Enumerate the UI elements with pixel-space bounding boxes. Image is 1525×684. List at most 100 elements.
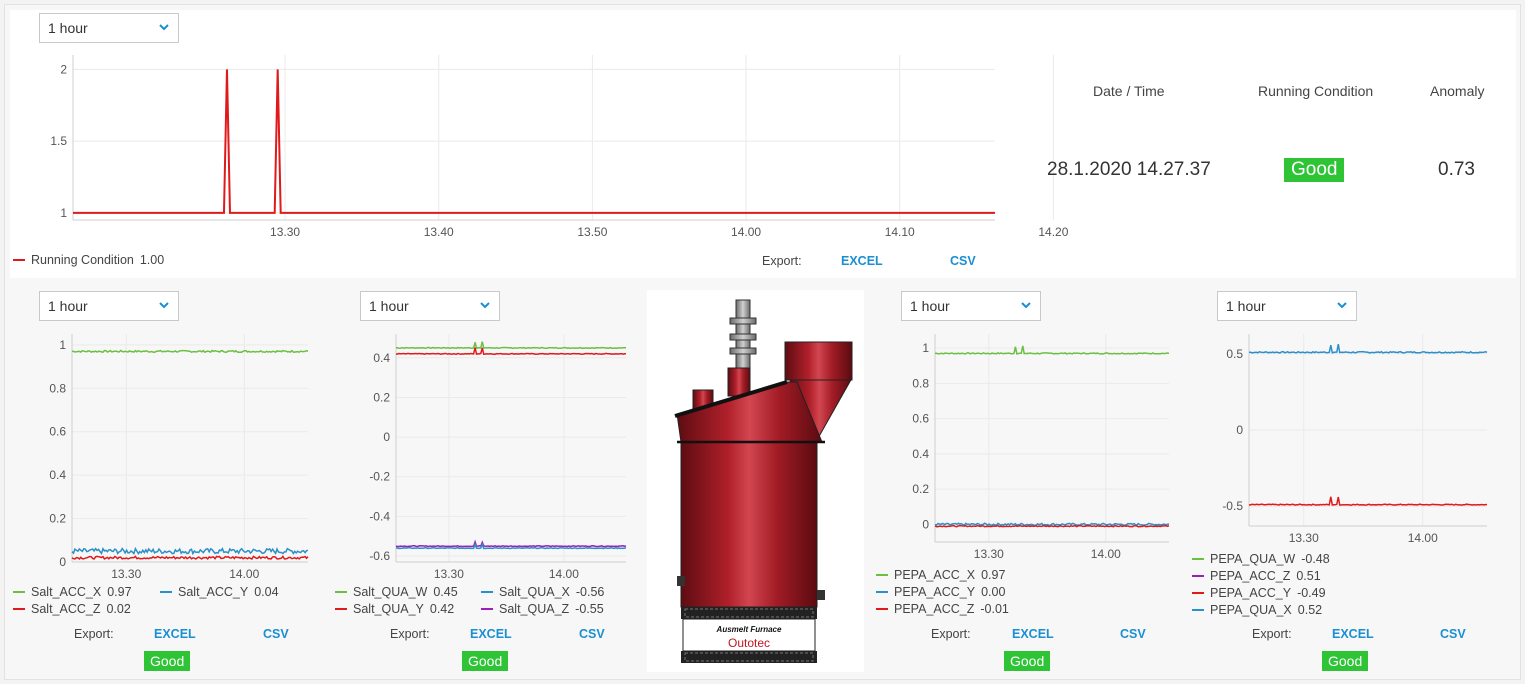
time-range-select[interactable]: 1 hour [1217, 291, 1357, 321]
x-tick-label: 13.30 [974, 547, 1004, 561]
export-excel-link[interactable]: EXCEL [1012, 627, 1054, 641]
sensor-chart: 0 0.2 0.4 0.6 0.8 1 13.30 14.00 [912, 334, 1170, 561]
legend-value: -0.55 [575, 602, 604, 616]
export-csv-link[interactable]: CSV [263, 627, 289, 641]
time-range-value: 1 hour [1226, 298, 1266, 314]
y-tick-label: 1 [60, 206, 67, 220]
furnace-label: Ausmelt Furnace [716, 625, 782, 634]
legend-item[interactable]: Salt_QUA_Y 0.42 [335, 602, 454, 616]
running-condition-badge: Good [1284, 158, 1345, 182]
time-range-value: 1 hour [910, 298, 950, 314]
legend-item[interactable]: PEPA_ACC_Y 0.00 [876, 585, 1005, 599]
legend-swatch [1192, 609, 1204, 611]
y-tick-label: -0.5 [1222, 499, 1243, 513]
export-excel-link[interactable]: EXCEL [1332, 627, 1374, 641]
time-range-select[interactable]: 1 hour [901, 291, 1041, 321]
legend-item[interactable]: PEPA_ACC_Z 0.51 [1192, 569, 1321, 583]
legend-name: Salt_QUA_X [499, 585, 570, 599]
legend-item[interactable]: PEPA_QUA_X 0.52 [1192, 603, 1322, 617]
sensor-chart: 0 0.2 0.4 0.6 0.8 1 13.30 14.00 [49, 334, 309, 581]
y-tick-label: 0.8 [49, 381, 66, 395]
legend-value: -0.48 [1301, 552, 1330, 566]
legend-name: Salt_QUA_W [353, 585, 428, 599]
legend-swatch [1192, 558, 1204, 560]
y-tick-label: 0 [1236, 423, 1243, 437]
furnace-brand: Outotec [728, 636, 770, 650]
sensor-chart: -0.5 0 0.5 13.30 14.00 [1222, 334, 1488, 545]
chevron-down-icon [159, 24, 169, 31]
y-tick-label: 2 [60, 62, 67, 76]
anomaly-value: 0.73 [1438, 159, 1475, 180]
legend-value: -0.01 [980, 602, 1009, 616]
legend-item[interactable]: Salt_ACC_Z 0.02 [13, 602, 131, 616]
export-csv-link[interactable]: CSV [579, 627, 605, 641]
legend-item[interactable]: PEPA_ACC_Y -0.49 [1192, 586, 1326, 600]
x-tick-label: 14.00 [549, 567, 579, 581]
datetime-value: 28.1.2020 14.27.37 [1047, 159, 1211, 180]
legend-item[interactable]: PEPA_ACC_X 0.97 [876, 568, 1005, 582]
series-line [395, 539, 627, 548]
export-csv-link[interactable]: CSV [1120, 627, 1146, 641]
x-tick-label: 14.00 [731, 225, 761, 239]
legend-value: -0.56 [575, 585, 605, 599]
series-line [1248, 343, 1488, 354]
x-tick-label: 13.30 [270, 225, 300, 239]
series-line [71, 349, 309, 354]
legend-item[interactable]: Salt_ACC_X 0.97 [13, 585, 132, 599]
series-line [71, 546, 309, 556]
legend-item[interactable]: Salt_QUA_X -0.56 [481, 585, 604, 599]
legend-swatch [1192, 575, 1204, 577]
y-tick-label: 1 [922, 341, 929, 355]
export-csv-link[interactable]: CSV [950, 254, 976, 268]
legend-item[interactable]: Salt_QUA_Z -0.55 [481, 602, 604, 616]
chevron-down-icon [480, 302, 490, 309]
y-tick-label: 0.2 [49, 512, 66, 526]
y-tick-label: 0.5 [1226, 347, 1243, 361]
legend-item[interactable]: Running Condition 1.00 [13, 253, 164, 267]
y-tick-label: 0.4 [373, 351, 390, 365]
export-label: Export: [762, 254, 802, 268]
x-tick-label: 13.30 [434, 567, 464, 581]
legend-swatch [481, 608, 493, 610]
legend-item[interactable]: Salt_QUA_W 0.45 [335, 585, 458, 599]
legend-name: PEPA_ACC_X [894, 568, 976, 582]
legend-swatch [13, 591, 25, 593]
legend-name: Salt_ACC_X [31, 585, 102, 599]
x-tick-label: 13.30 [1289, 531, 1319, 545]
y-tick-label: 1 [59, 338, 66, 352]
export-csv-link[interactable]: CSV [1440, 627, 1466, 641]
legend-swatch [13, 259, 25, 261]
export-excel-link[interactable]: EXCEL [470, 627, 512, 641]
sensor-chart: -0.6 -0.4 -0.2 0 0.2 0.4 13.30 14.00 [369, 334, 627, 581]
export-label: Export: [931, 627, 971, 641]
y-tick-label: 0 [922, 517, 929, 531]
y-tick-label: 1.5 [50, 134, 67, 148]
legend-item[interactable]: PEPA_QUA_W -0.48 [1192, 552, 1330, 566]
export-excel-link[interactable]: EXCEL [841, 254, 883, 268]
y-tick-label: 0.2 [373, 390, 390, 404]
y-tick-label: 0 [383, 430, 390, 444]
x-tick-label: 13.30 [111, 567, 141, 581]
x-tick-label: 13.40 [424, 225, 454, 239]
y-tick-label: 0.6 [912, 412, 929, 426]
x-tick-label: 14.00 [229, 567, 259, 581]
y-tick-label: 0.4 [49, 468, 66, 482]
y-tick-label: 0.8 [912, 376, 929, 390]
time-range-value: 1 hour [48, 298, 88, 314]
export-excel-link[interactable]: EXCEL [154, 627, 196, 641]
time-range-value: 1 hour [48, 20, 88, 36]
x-tick-label: 14.00 [1408, 531, 1438, 545]
legend-name: Salt_ACC_Y [178, 585, 249, 599]
status-badge: Good [462, 651, 509, 671]
legend-value: 0.51 [1296, 569, 1321, 583]
time-range-select[interactable]: 1 hour [39, 13, 179, 43]
legend-value: 1.00 [139, 253, 165, 267]
time-range-select[interactable]: 1 hour [39, 291, 179, 321]
legend-item[interactable]: PEPA_ACC_Z -0.01 [876, 602, 1009, 616]
y-tick-label: 0.6 [49, 425, 66, 439]
export-label: Export: [1252, 627, 1292, 641]
time-range-select[interactable]: 1 hour [360, 291, 500, 321]
legend-value: 0.52 [1297, 603, 1323, 617]
datetime-header: Date / Time [1093, 83, 1165, 99]
legend-item[interactable]: Salt_ACC_Y 0.04 [160, 585, 279, 599]
